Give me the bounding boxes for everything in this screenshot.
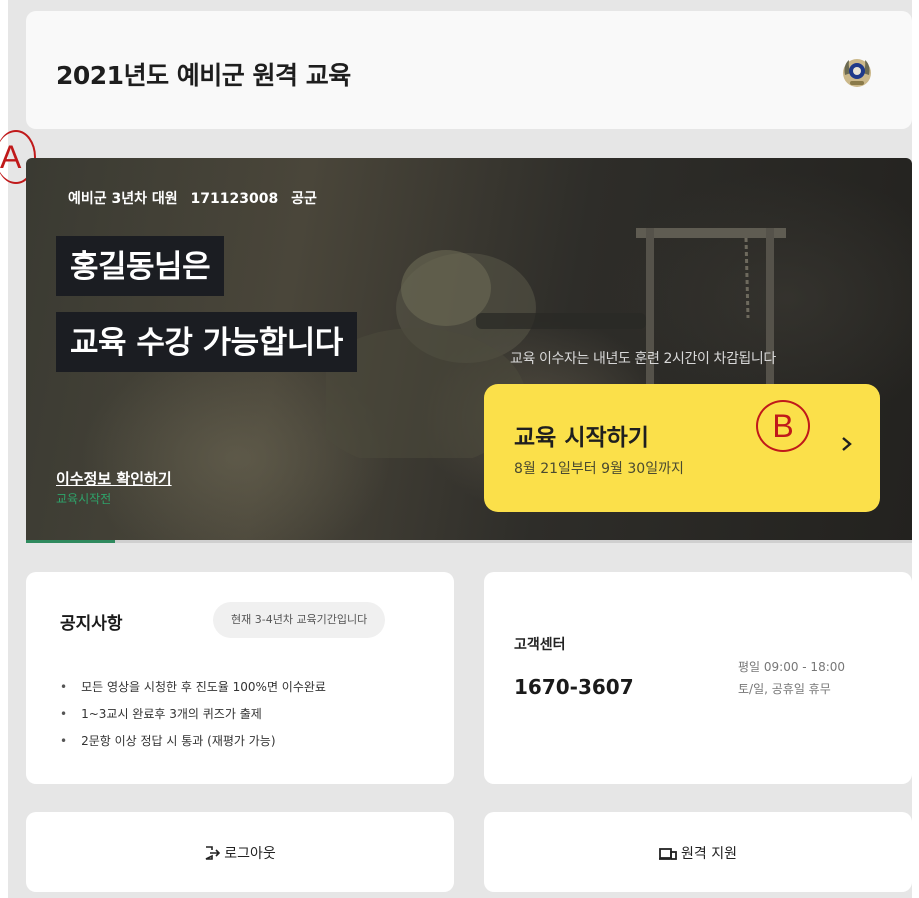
notice-title: 공지사항 <box>60 614 123 634</box>
progress-bar <box>26 540 912 543</box>
remote-support-icon <box>659 848 677 860</box>
page-title: 2021년도 예비군 원격 교육 <box>56 61 351 90</box>
list-item: 모든 영상을 시청한 후 진도율 100%면 이수완료 <box>60 674 326 701</box>
header-bar: 2021년도 예비군 원격 교육 <box>26 11 912 129</box>
member-branch: 공군 <box>291 191 317 207</box>
logout-button[interactable]: 로그아웃 <box>26 812 454 892</box>
list-item: 2문항 이상 정답 시 통과 (재평가 가능) <box>60 728 326 755</box>
training-rig-graphic <box>636 228 786 398</box>
army-emblem-icon <box>843 59 871 87</box>
education-period: 8월 21일부터 9월 30일까지 <box>514 461 684 477</box>
customer-center-title: 고객센터 <box>514 637 566 653</box>
remote-support-button-content: 원격 지원 <box>484 843 912 863</box>
greeting-line-2: 교육 수강 가능합니다 <box>56 312 357 372</box>
remote-support-label: 원격 지원 <box>681 846 737 862</box>
notice-card: 공지사항 현재 3-4년차 교육기간입니다 모든 영상을 시청한 후 진도율 1… <box>26 572 454 784</box>
logout-label: 로그아웃 <box>224 846 276 862</box>
weekday-hours: 평일 09:00 - 18:00 <box>738 660 846 674</box>
greeting-line-1: 홍길동님은 <box>56 236 225 296</box>
member-info: 예비군 3년차 대원 171123008 공군 <box>68 188 325 208</box>
logout-button-content: 로그아웃 <box>26 843 454 863</box>
member-rank-year: 예비군 3년차 대원 <box>68 191 178 207</box>
weekend-hours: 토/일, 공휴일 휴무 <box>738 682 831 696</box>
start-education-title: 교육 시작하기 <box>514 425 649 451</box>
education-status: 교육시작전 <box>56 492 112 506</box>
member-service-number: 171123008 <box>190 191 279 207</box>
customer-center-hours: 평일 09:00 - 18:00 토/일, 공휴일 휴무 <box>738 656 845 700</box>
deduction-note: 교육 이수자는 내년도 훈련 2시간이 차감됩니다 <box>510 351 776 367</box>
start-education-button[interactable]: 교육 시작하기 8월 21일부터 9월 30일까지 B <box>484 384 880 512</box>
completion-info-link[interactable]: 이수정보 확인하기 <box>56 468 172 489</box>
logout-icon <box>205 846 221 860</box>
notice-list: 모든 영상을 시청한 후 진도율 100%면 이수완료 1~3교시 완료후 3개… <box>60 674 326 755</box>
progress-bar-fill <box>26 540 115 543</box>
chevron-right-icon <box>842 437 852 451</box>
remote-support-button[interactable]: 원격 지원 <box>484 812 912 892</box>
customer-center-card: 고객센터 1670-3607 평일 09:00 - 18:00 토/일, 공휴일… <box>484 572 912 784</box>
hero-banner: 예비군 3년차 대원 171123008 공군 홍길동님은 교육 수강 가능합니… <box>26 158 912 540</box>
notice-badge: 현재 3-4년차 교육기간입니다 <box>213 602 386 638</box>
list-item: 1~3교시 완료후 3개의 퀴즈가 출제 <box>60 701 326 728</box>
annotation-marker-b: B <box>756 400 810 452</box>
customer-center-phone[interactable]: 1670-3607 <box>514 675 634 699</box>
